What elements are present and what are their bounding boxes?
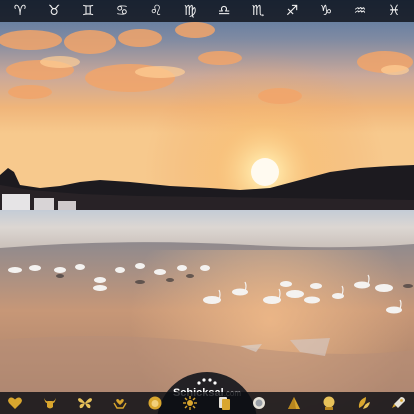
sun-flower-icon[interactable]	[181, 394, 199, 412]
gemini-icon[interactable]: ♊︎	[76, 1, 100, 21]
aquarius-icon[interactable]: ♒︎	[348, 1, 372, 21]
aries-icon[interactable]: ♈︎	[8, 1, 32, 21]
wallpaper-frame: ♈︎ ♉︎ ♊︎ ♋︎ ♌︎ ♍︎ ♎︎ ♏︎ ♐︎ ♑︎ ♒︎ ♓︎ Schi…	[0, 0, 414, 414]
rocket-icon[interactable]	[390, 394, 408, 412]
leo-head-icon[interactable]	[146, 394, 164, 412]
zodiac-bar: ♈︎ ♉︎ ♊︎ ♋︎ ♌︎ ♍︎ ♎︎ ♏︎ ♐︎ ♑︎ ♒︎ ♓︎	[0, 0, 414, 22]
heart-icon[interactable]	[6, 394, 24, 412]
sagittarius-icon[interactable]: ♐︎	[280, 1, 304, 21]
taurus-head-icon[interactable]	[41, 394, 59, 412]
capricorn-icon[interactable]: ♑︎	[314, 1, 338, 21]
pyramid-icon[interactable]	[285, 394, 303, 412]
brand-dots-icon	[197, 378, 217, 385]
bottom-icon-bar	[0, 392, 414, 414]
leaves-icon[interactable]	[355, 394, 373, 412]
pisces-icon[interactable]: ♓︎	[382, 1, 406, 21]
coin-icon[interactable]	[250, 394, 268, 412]
heart-hands-icon[interactable]	[111, 394, 129, 412]
taurus-icon[interactable]: ♉︎	[42, 1, 66, 21]
virgo-icon[interactable]: ♍︎	[178, 1, 202, 21]
winter-sunset-lake-photo	[0, 0, 414, 414]
cancer-icon[interactable]: ♋︎	[110, 1, 134, 21]
butterfly-icon[interactable]	[76, 394, 94, 412]
crystal-ball-icon[interactable]	[320, 394, 338, 412]
leo-icon[interactable]: ♌︎	[144, 1, 168, 21]
libra-icon[interactable]: ♎︎	[212, 1, 236, 21]
cards-icon[interactable]	[215, 394, 233, 412]
scorpio-icon[interactable]: ♏︎	[246, 1, 270, 21]
